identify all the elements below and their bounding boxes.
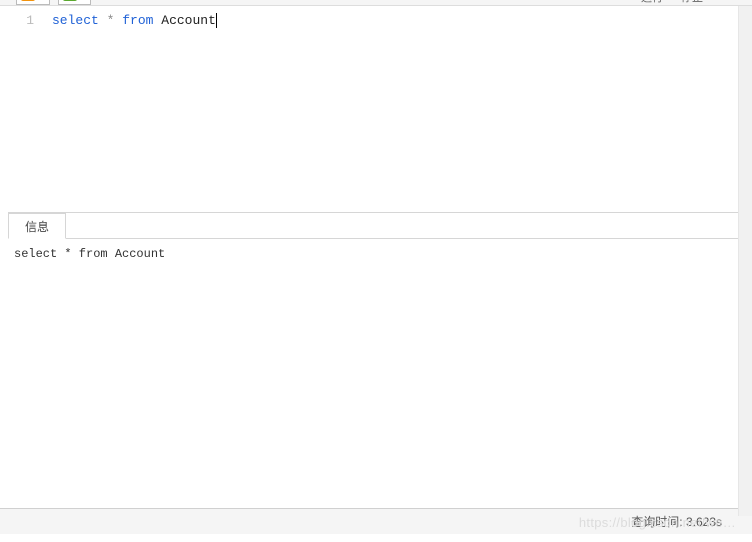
database-dropdown[interactable]: ▾ [58, 0, 92, 5]
line-gutter: 1 [0, 6, 42, 212]
dropdown-arrow-icon: ▾ [81, 0, 87, 1]
database-icon [63, 0, 77, 1]
toolbar-actions: 运行 停止 … [641, 0, 732, 5]
query-time-value: 3.623s [686, 515, 722, 529]
run-button[interactable]: 运行 [641, 0, 663, 5]
results-tabs: 信息 [8, 213, 744, 239]
vertical-scrollbar[interactable] [738, 6, 752, 516]
statusbar: 查询时间: 3.623s https://blog.csdn.net/we… [0, 508, 752, 534]
sql-editor: 1 select * from Account [0, 6, 752, 212]
text-caret [216, 13, 217, 28]
results-panel: 信息 select * from Account [8, 212, 744, 508]
code-area[interactable]: select * from Account [42, 6, 752, 212]
tab-info[interactable]: 信息 [8, 213, 66, 239]
line-number: 1 [0, 12, 34, 30]
query-time-label: 查询时间: [631, 513, 682, 530]
sql-identifier: Account [161, 13, 216, 28]
stop-button[interactable]: 停止 [681, 0, 703, 5]
connection-dropdown[interactable]: ▾ [16, 0, 50, 5]
sql-keyword-from: from [122, 13, 153, 28]
sql-star: * [107, 13, 115, 28]
code-line: select * from Account [52, 12, 752, 30]
toolbar-more[interactable]: … [721, 0, 732, 3]
dropdown-arrow-icon: ▾ [39, 0, 45, 1]
connection-icon [21, 0, 35, 1]
sql-keyword-select: select [52, 13, 99, 28]
results-output[interactable]: select * from Account [8, 239, 744, 508]
